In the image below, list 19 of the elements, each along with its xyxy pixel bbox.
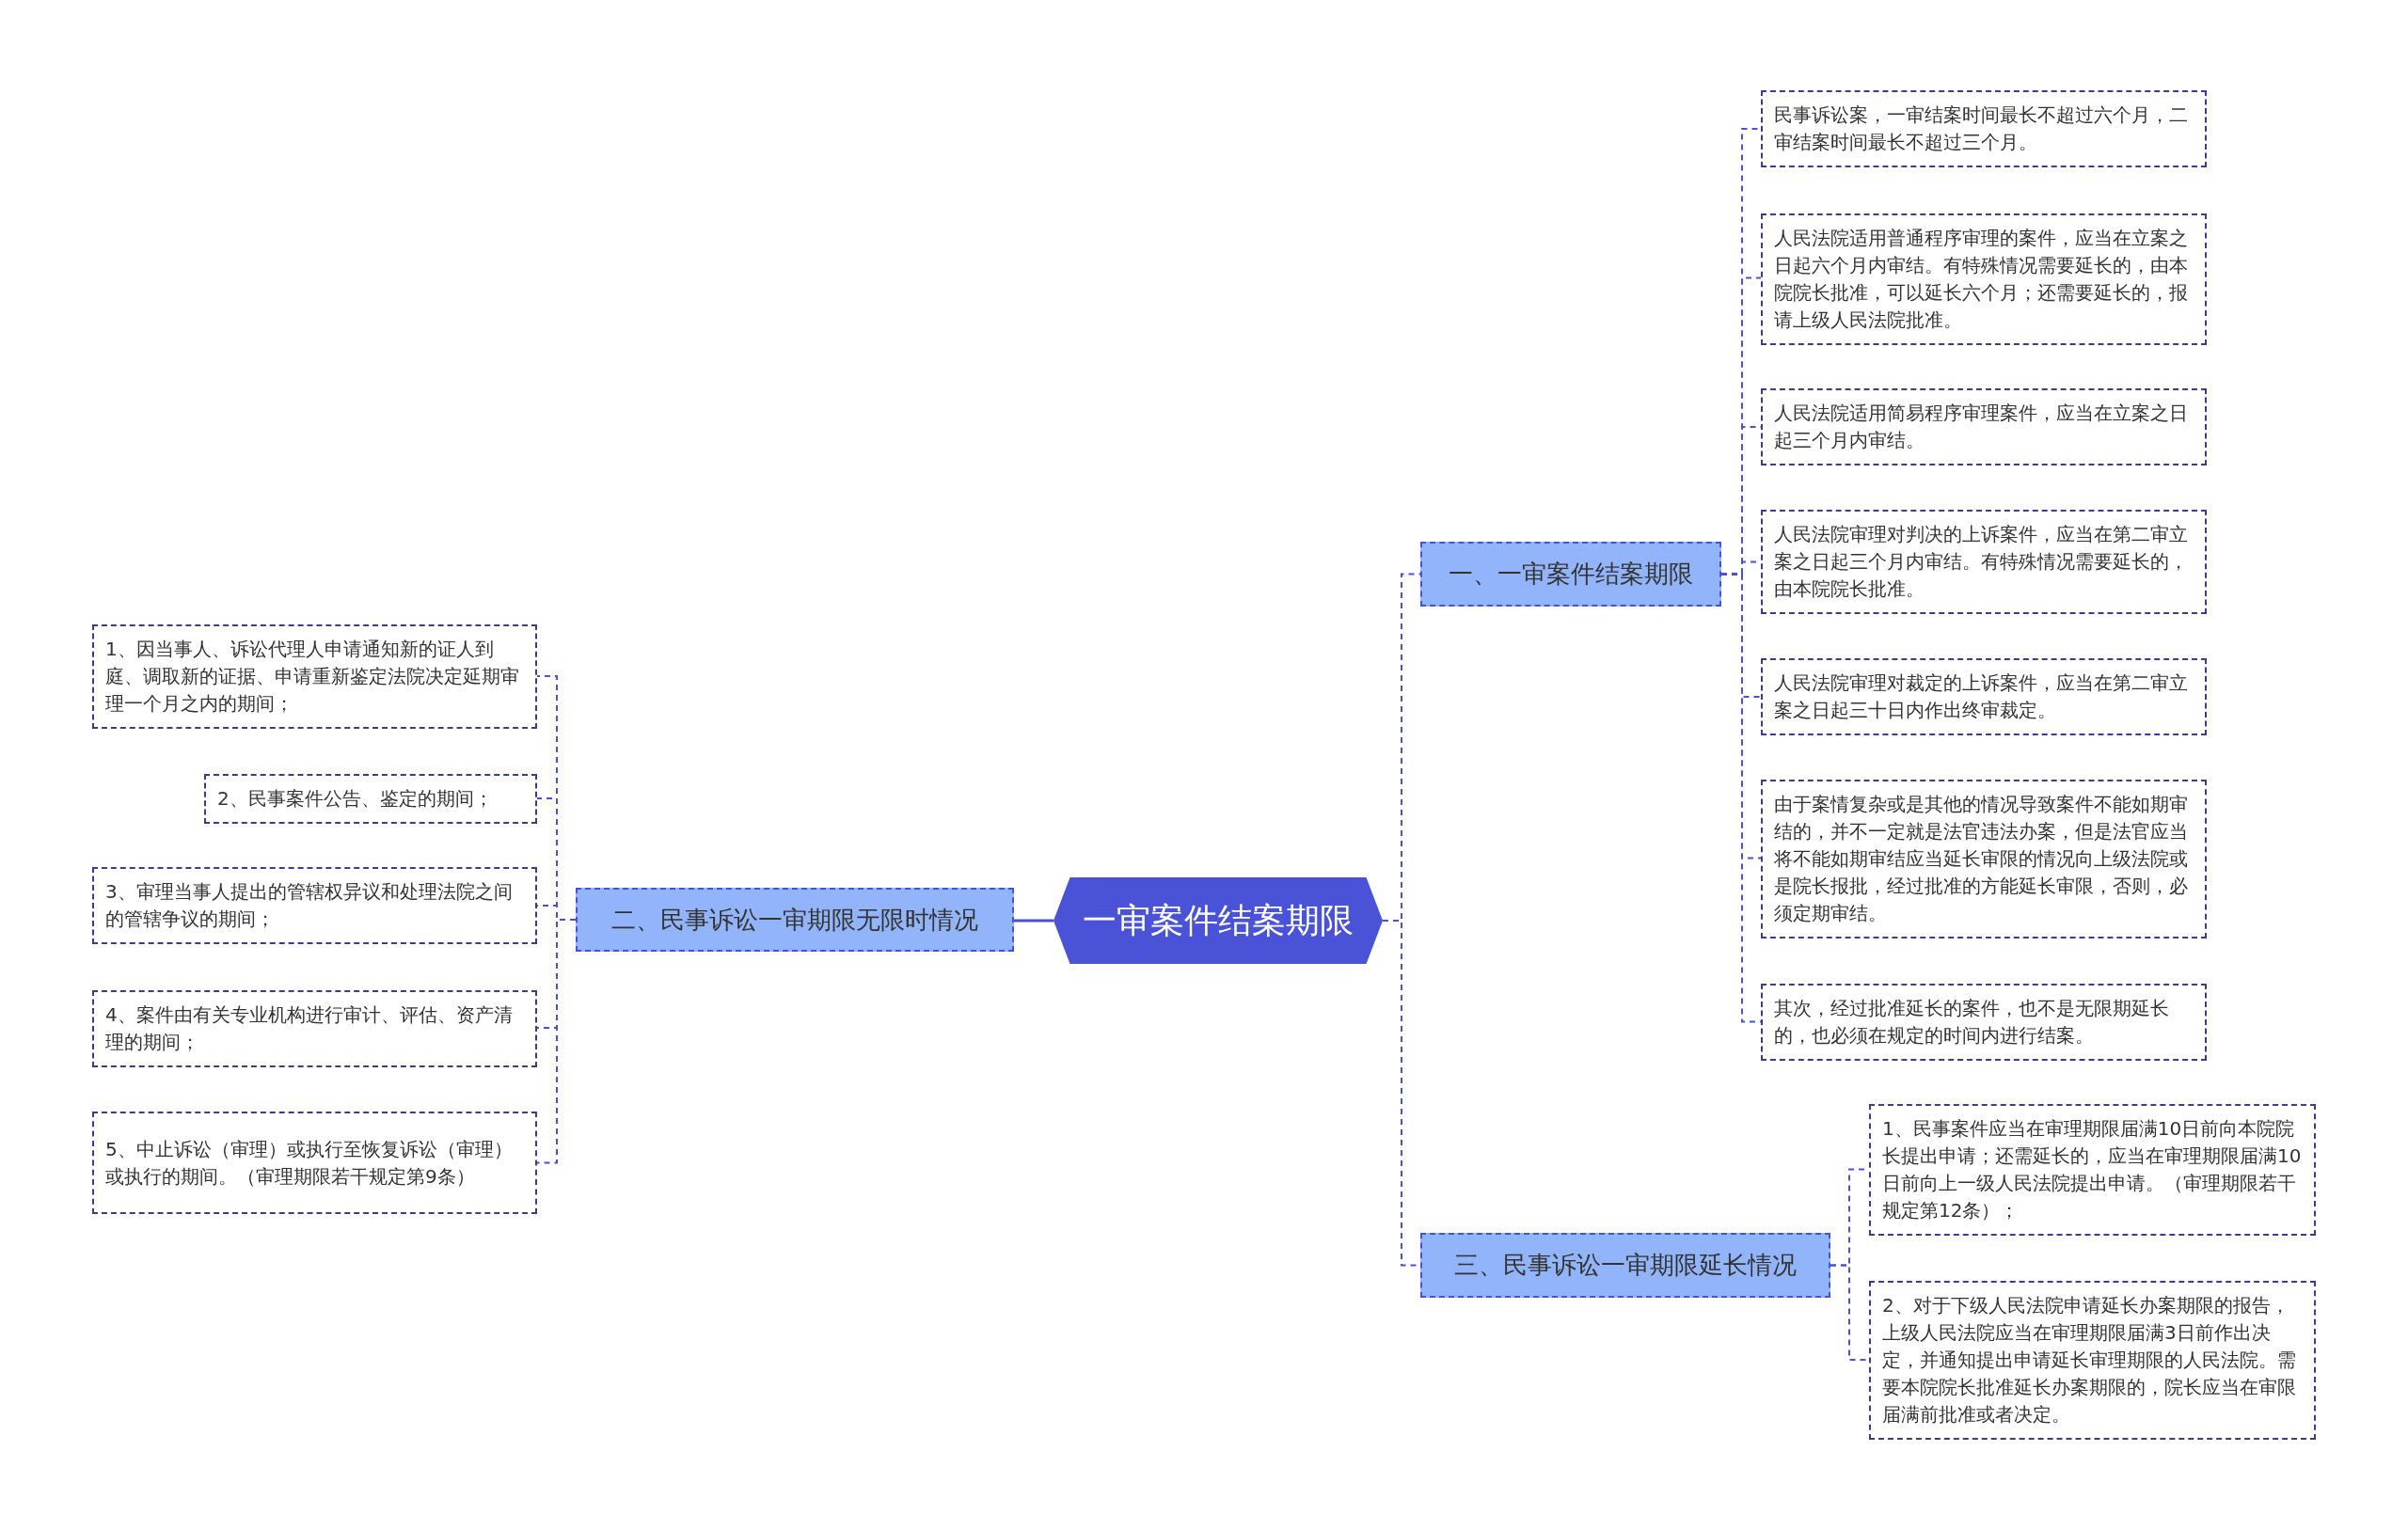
leaf-node: 1、因当事人、诉讼代理人申请通知新的证人到庭、调取新的证据、申请重新鉴定法院决定延期审理一个月之内的期间； [92,624,537,729]
leaf-node: 5、中止诉讼（审理）或执行至恢复诉讼（审理）或执行的期间。（审理期限若干规定第9条） [92,1112,537,1214]
branch-node: 一、一审案件结案期限 [1420,542,1721,607]
root-node: 一审案件结案期限 [1054,877,1383,964]
leaf-node: 其次，经过批准延长的案件，也不是无限期延长的，也必须在规定的时间内进行结案。 [1761,984,2207,1061]
leaf-node: 3、审理当事人提出的管辖权异议和处理法院之间的管辖争议的期间； [92,867,537,944]
connector-line [1014,919,1054,923]
leaf-node: 2、民事案件公告、鉴定的期间； [204,774,537,824]
leaf-node: 2、对于下级人民法院申请延长办案期限的报告，上级人民法院应当在审理期限届满3日前作出决定，并通知提出申请延长审理期限的人民法院。需要本院院长批准延长办案期限的，院长应当在审限届满前批准或者决定。 [1869,1281,2316,1440]
leaf-node: 人民法院审理对判决的上诉案件，应当在第二审立案之日起三个月内审结。有特殊情况需要延长的，由本院院长批准。 [1761,510,2207,614]
leaf-node: 4、案件由有关专业机构进行审计、评估、资产清理的期间； [92,990,537,1067]
leaf-node: 人民法院适用普通程序审理的案件，应当在立案之日起六个月内审结。有特殊情况需要延长的，由本院院长批准，可以延长六个月；还需要延长的，报请上级人民法院批准。 [1761,213,2207,345]
leaf-node: 1、民事案件应当在审理期限届满10日前向本院院长提出申请；还需延长的，应当在审理期限届满10日前向上一级人民法院提出申请。（审理期限若干规定第12条）； [1869,1104,2316,1236]
leaf-node: 人民法院审理对裁定的上诉案件，应当在第二审立案之日起三十日内作出终审裁定。 [1761,658,2207,735]
leaf-node: 由于案情复杂或是其他的情况导致案件不能如期审结的，并不一定就是法官违法办案，但是法官应当将不能如期审结应当延长审限的情况向上级法院或是院长报批，经过批准的方能延长审限，否则，必须定期审结。 [1761,780,2207,939]
leaf-node: 民事诉讼案，一审结案时间最长不超过六个月，二审结案时间最长不超过三个月。 [1761,90,2207,167]
branch-node: 三、民事诉讼一审期限延长情况 [1420,1233,1830,1298]
branch-node: 二、民事诉讼一审期限无限时情况 [576,888,1014,952]
leaf-node: 人民法院适用简易程序审理案件，应当在立案之日起三个月内审结。 [1761,388,2207,465]
